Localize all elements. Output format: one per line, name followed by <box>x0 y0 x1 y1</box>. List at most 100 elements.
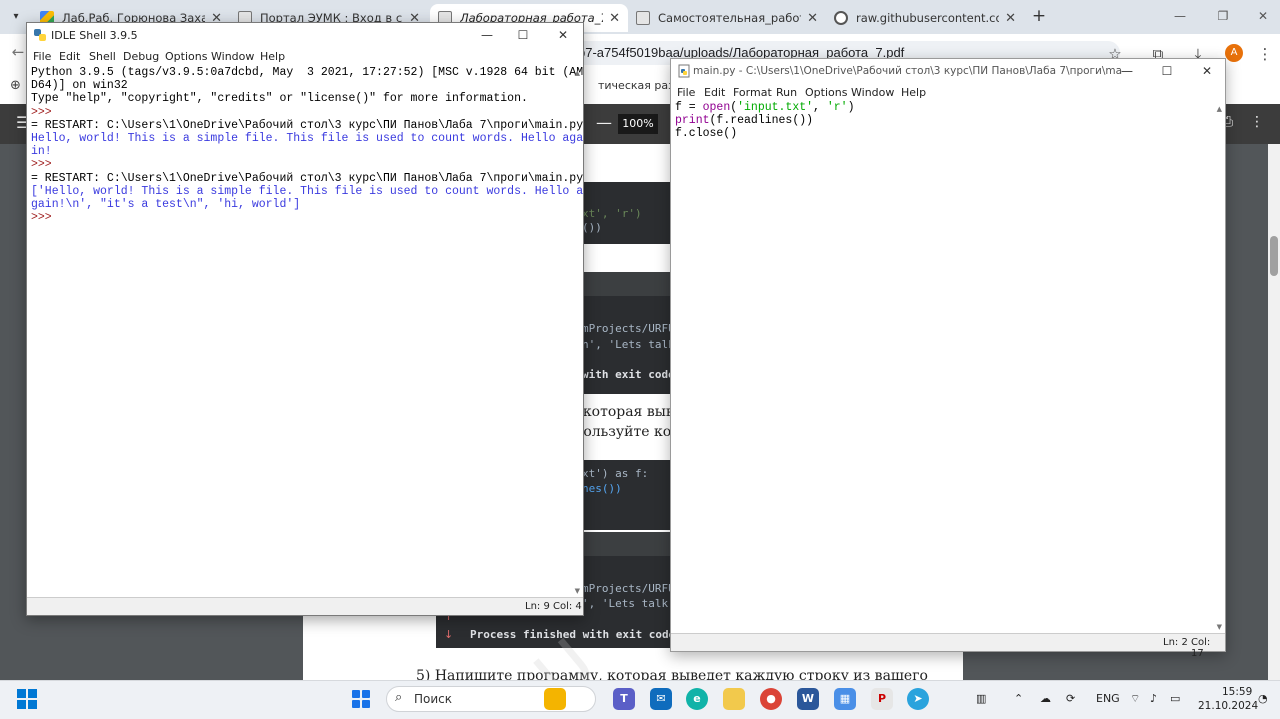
wifi-icon[interactable]: ⌔ <box>1130 692 1140 706</box>
pdf-scrollbar[interactable] <box>1268 144 1280 680</box>
menu-window[interactable]: Window <box>851 86 894 99</box>
back-arrow-icon[interactable]: ← <box>8 42 28 62</box>
minimize-icon[interactable]: — <box>1165 6 1195 26</box>
minimize-icon[interactable]: — <box>1117 63 1137 79</box>
maximize-icon[interactable]: ☐ <box>1157 63 1177 79</box>
mail-icon[interactable]: ✉ <box>650 688 672 710</box>
close-icon[interactable]: ✕ <box>1197 63 1217 79</box>
new-tab-button[interactable]: + <box>1029 6 1049 26</box>
chrome-icon[interactable]: ● <box>760 688 782 710</box>
pdf-reader-icon[interactable]: P <box>871 688 893 710</box>
calendar-icon[interactable]: ▦ <box>834 688 856 710</box>
zoom-level[interactable]: 100% <box>618 114 658 134</box>
error-arrow-icon: ↓ <box>444 628 454 641</box>
restore-icon[interactable]: ❐ <box>1208 6 1238 26</box>
globe-icon <box>834 11 848 25</box>
menu-shell[interactable]: Shell <box>89 50 116 63</box>
shell-output-line: in! <box>31 145 52 159</box>
language-indicator[interactable]: ENG <box>1096 692 1120 705</box>
browser-tab-4[interactable]: Самостоятельная_работа_7.pdf ✕ <box>628 4 826 32</box>
zoom-out-button[interactable]: — <box>596 113 612 132</box>
more-menu-icon[interactable]: ⋮ <box>1250 114 1264 130</box>
menu-edit[interactable]: Edit <box>59 50 80 63</box>
google-icon[interactable]: ⊕ <box>10 78 21 93</box>
menu-options[interactable]: Options <box>805 86 847 99</box>
scrollbar-thumb[interactable] <box>1270 236 1278 276</box>
menu-debug[interactable]: Debug <box>123 50 159 63</box>
clock-time[interactable]: 15:59 <box>1222 686 1252 698</box>
menubar: File Edit Shell Debug Options Window Hel… <box>27 47 583 65</box>
code-line: f.close() <box>675 127 738 141</box>
volume-icon[interactable]: ♪ <box>1150 692 1157 705</box>
shell-line: Python 3.9.5 (tags/v3.9.5:0a7dcbd, May 3… <box>31 66 584 79</box>
menu-format[interactable]: Format <box>733 86 772 99</box>
notification-icon[interactable]: ◔ <box>1258 692 1268 705</box>
menu-file[interactable]: File <box>33 50 51 63</box>
close-icon[interactable]: ✕ <box>807 11 818 26</box>
shell-output[interactable]: Python 3.9.5 (tags/v3.9.5:0a7dcbd, May 3… <box>31 66 584 225</box>
editor-window: main.py - C:\Users\1\OneDrive\Рабочий ст… <box>670 58 1226 659</box>
code-line: n', 'Lets talk <box>582 338 675 351</box>
scroll-down-icon[interactable]: ▼ <box>1217 623 1222 631</box>
clock-date[interactable]: 21.10.2024 <box>1198 700 1258 712</box>
status-line: Ln: 2 <box>1163 637 1188 648</box>
scroll-up-icon[interactable]: ▲ <box>575 69 580 77</box>
minimize-icon[interactable]: — <box>477 27 497 43</box>
scroll-up-icon[interactable]: ▲ <box>1217 105 1222 113</box>
menu-run[interactable]: Run <box>776 86 797 99</box>
file-explorer-icon[interactable] <box>544 688 566 710</box>
code-line: xt') as f: <box>582 467 649 480</box>
code-editor[interactable]: f = open('input.txt', 'r') print(f.readli… <box>675 101 854 141</box>
scroll-down-icon[interactable]: ▼ <box>575 587 580 595</box>
statusbar: Ln: 2 Col: 17 <box>671 633 1225 659</box>
battery-icon[interactable]: ▭ <box>1170 692 1180 705</box>
code-line: nes()) <box>582 482 622 495</box>
windows-start-icon[interactable] <box>16 688 38 710</box>
code-line: mProjects/URFU_ <box>582 582 682 595</box>
search-icon: ⌕ <box>395 690 403 705</box>
window-titlebar[interactable]: main.py - C:\Users\1\OneDrive\Рабочий ст… <box>671 59 1225 83</box>
close-icon[interactable]: ✕ <box>1005 11 1016 26</box>
telegram-icon[interactable]: ➤ <box>907 688 929 710</box>
more-menu-icon[interactable]: ⋮ <box>1255 44 1275 64</box>
menu-file[interactable]: File <box>677 86 695 99</box>
shell-prompt: >>> <box>31 105 59 119</box>
monitor-icon[interactable]: ▥ <box>976 692 986 705</box>
menu-options[interactable]: Options <box>165 50 207 63</box>
start-menu-icon[interactable] <box>350 688 372 710</box>
code-line: mProjects/URFU_ <box>582 322 682 335</box>
window-title: IDLE Shell 3.9.5 <box>51 29 138 42</box>
sync-icon[interactable]: ⟳ <box>1066 692 1075 705</box>
cloud-icon[interactable]: ☁ <box>1040 692 1051 705</box>
folder-icon[interactable] <box>723 688 745 710</box>
menu-edit[interactable]: Edit <box>704 86 725 99</box>
close-icon[interactable]: ✕ <box>1248 6 1278 26</box>
code-line: f = open('input.txt', 'r') <box>675 101 855 114</box>
window-titlebar[interactable]: IDLE Shell 3.9.5 — ☐ ✕ <box>27 23 583 47</box>
browser-tab-5[interactable]: raw.githubusercontent.com/An ✕ <box>826 4 1024 32</box>
profile-avatar[interactable]: A <box>1225 44 1243 62</box>
teams-icon[interactable]: T <box>613 688 635 710</box>
edge-icon[interactable]: e <box>686 688 708 710</box>
status-col: Col: 17 <box>1191 637 1211 659</box>
chevron-up-icon[interactable]: ⌃ <box>1014 692 1023 705</box>
close-icon[interactable]: ✕ <box>609 11 620 26</box>
menu-help[interactable]: Help <box>901 86 926 99</box>
maximize-icon[interactable]: ☐ <box>513 27 533 43</box>
tab-search-button[interactable]: ▾ <box>6 7 26 27</box>
code-line: print(f.readlines()) <box>675 114 814 128</box>
code-line: ()) <box>582 221 602 234</box>
word-icon[interactable]: W <box>797 688 819 710</box>
menu-help[interactable]: Help <box>260 50 285 63</box>
shell-line: = RESTART: C:\Users\1\OneDrive\Рабочий с… <box>31 118 584 132</box>
python-icon <box>34 29 46 41</box>
tab-label: Самостоятельная_работа_7.pdf <box>658 11 801 25</box>
idle-shell-window: IDLE Shell 3.9.5 — ☐ ✕ File Edit Shell D… <box>26 22 584 616</box>
python-file-icon <box>678 64 690 78</box>
shell-line: Type "help", "copyright", "credits" or "… <box>31 92 528 106</box>
doc-text: , которая выв <box>574 404 674 420</box>
close-icon[interactable]: ✕ <box>553 27 573 43</box>
menu-window[interactable]: Window <box>211 50 254 63</box>
shell-line: = RESTART: C:\Users\1\OneDrive\Рабочий с… <box>31 171 584 185</box>
shell-prompt: >>> <box>31 211 59 225</box>
